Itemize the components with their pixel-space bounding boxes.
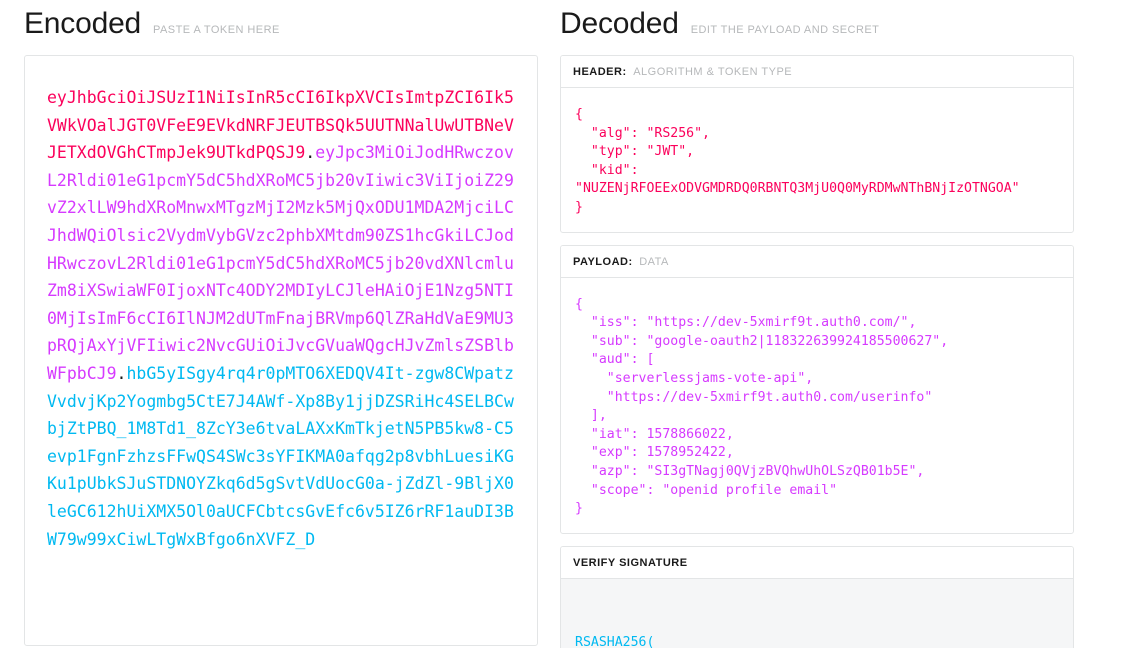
payload-card-hint: DATA xyxy=(639,255,669,268)
encoded-subtitle: PASTE A TOKEN HERE xyxy=(153,24,280,36)
decoded-header: Decoded EDIT THE PAYLOAD AND SECRET xyxy=(560,0,1128,44)
encoded-header: Encoded PASTE A TOKEN HERE xyxy=(0,0,560,44)
verify-signature-body: RSASHA256( base64UrlEncode(header) + "."… xyxy=(561,578,1073,648)
payload-json-editor[interactable]: { "iss": "https://dev-5xmirf9t.auth0.com… xyxy=(561,278,1073,533)
token-separator-1: . xyxy=(305,143,316,163)
header-card-label: HEADER: xyxy=(573,66,627,78)
token-text[interactable]: eyJhbGciOiJSUzI1NiIsInR5cCI6IkpXVCIsImtp… xyxy=(47,84,515,553)
verify-card-label: VERIFY SIGNATURE xyxy=(573,556,688,569)
decoded-subtitle: EDIT THE PAYLOAD AND SECRET xyxy=(690,24,880,36)
verify-line-rsasha256: RSASHA256( xyxy=(575,634,655,648)
verify-signature-card: VERIFY SIGNATURE RSASHA256( base64UrlEnc… xyxy=(560,545,1074,648)
header-card-hint: ALGORITHM & TOKEN TYPE xyxy=(633,66,793,78)
jwt-debugger: Encoded PASTE A TOKEN HERE eyJhbGciOiJSU… xyxy=(0,0,1128,648)
encoded-column: Encoded PASTE A TOKEN HERE eyJhbGciOiJSU… xyxy=(0,0,560,648)
verify-card-title: VERIFY SIGNATURE xyxy=(561,546,1073,579)
decoded-sections: HEADER: ALGORITHM & TOKEN TYPE { "alg": … xyxy=(560,55,1074,648)
decoded-column: Decoded EDIT THE PAYLOAD AND SECRET HEAD… xyxy=(560,0,1128,648)
payload-card: PAYLOAD: DATA { "iss": "https://dev-5xmi… xyxy=(560,244,1074,534)
token-payload-segment: eyJpc3MiOiJodHRwczovL2Rldi01eG1pcmY5dC5h… xyxy=(47,143,514,383)
token-signature-segment: hbG5yISgy4rq4r0pMTO6XEDQV4It-zgw8CWpatzV… xyxy=(47,363,514,549)
token-separator-2: . xyxy=(116,363,127,383)
decoded-title: Decoded xyxy=(560,7,679,40)
header-card: HEADER: ALGORITHM & TOKEN TYPE { "alg": … xyxy=(560,55,1074,233)
encoded-title: Encoded xyxy=(24,7,142,40)
payload-card-title: PAYLOAD: DATA xyxy=(561,245,1073,278)
encoded-token-input[interactable]: eyJhbGciOiJSUzI1NiIsInR5cCI6IkpXVCIsImtp… xyxy=(24,55,538,646)
header-json-editor[interactable]: { "alg": "RS256", "typ": "JWT", "kid": "… xyxy=(561,88,1073,232)
payload-card-label: PAYLOAD: xyxy=(573,255,633,268)
header-card-title: HEADER: ALGORITHM & TOKEN TYPE xyxy=(561,56,1073,88)
